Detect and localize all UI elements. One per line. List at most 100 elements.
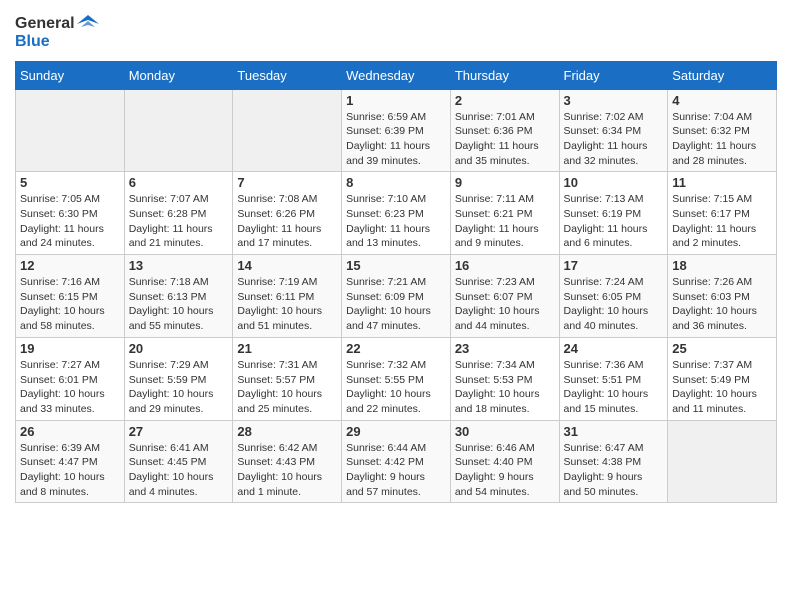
- weekday-header-thursday: Thursday: [450, 61, 559, 89]
- calendar-cell: 16 Sunrise: 7:23 AMSunset: 6:07 PMDayligh…: [450, 255, 559, 338]
- day-info: Sunrise: 7:19 AMSunset: 6:11 PMDaylight:…: [237, 275, 337, 334]
- day-number: 21: [237, 341, 337, 356]
- calendar-cell: 25 Sunrise: 7:37 AMSunset: 5:49 PMDayligh…: [668, 337, 777, 420]
- weekday-header-row: SundayMondayTuesdayWednesdayThursdayFrid…: [16, 61, 777, 89]
- logo-blue: Blue: [15, 33, 50, 51]
- day-number: 22: [346, 341, 446, 356]
- day-number: 2: [455, 93, 555, 108]
- calendar-cell: 3 Sunrise: 7:02 AMSunset: 6:34 PMDaylight…: [559, 89, 668, 172]
- day-info: Sunrise: 7:15 AMSunset: 6:17 PMDaylight:…: [672, 192, 772, 251]
- weekday-header-saturday: Saturday: [668, 61, 777, 89]
- calendar-cell: 31Sunrise: 6:47 AMSunset: 4:38 PMDayligh…: [559, 420, 668, 503]
- day-info: Sunrise: 7:05 AMSunset: 6:30 PMDaylight:…: [20, 192, 120, 251]
- calendar-week-row: 19 Sunrise: 7:27 AMSunset: 6:01 PMDayligh…: [16, 337, 777, 420]
- calendar-cell: 1Sunrise: 6:59 AMSunset: 6:39 PMDaylight…: [342, 89, 451, 172]
- calendar-cell: 17Sunrise: 7:24 AMSunset: 6:05 PMDayligh…: [559, 255, 668, 338]
- logo-bird-icon: [77, 15, 99, 33]
- calendar-cell: 22 Sunrise: 7:32 AMSunset: 5:55 PMDayligh…: [342, 337, 451, 420]
- day-info: Sunrise: 7:29 AMSunset: 5:59 PMDaylight:…: [129, 358, 229, 417]
- calendar-cell: [668, 420, 777, 503]
- day-number: 11: [672, 175, 772, 190]
- day-number: 30: [455, 424, 555, 439]
- calendar-cell: 26Sunrise: 6:39 AMSunset: 4:47 PMDayligh…: [16, 420, 125, 503]
- day-info: Sunrise: 7:26 AMSunset: 6:03 PMDaylight:…: [672, 275, 772, 334]
- weekday-header-tuesday: Tuesday: [233, 61, 342, 89]
- calendar-week-row: 5 Sunrise: 7:05 AMSunset: 6:30 PMDaylight…: [16, 172, 777, 255]
- day-number: 19: [20, 341, 120, 356]
- calendar-cell: 18 Sunrise: 7:26 AMSunset: 6:03 PMDayligh…: [668, 255, 777, 338]
- calendar-cell: 10Sunrise: 7:13 AMSunset: 6:19 PMDayligh…: [559, 172, 668, 255]
- calendar-cell: 23 Sunrise: 7:34 AMSunset: 5:53 PMDayligh…: [450, 337, 559, 420]
- calendar-cell: [124, 89, 233, 172]
- day-info: Sunrise: 7:27 AMSunset: 6:01 PMDaylight:…: [20, 358, 120, 417]
- day-number: 18: [672, 258, 772, 273]
- day-number: 6: [129, 175, 229, 190]
- day-number: 16: [455, 258, 555, 273]
- day-number: 14: [237, 258, 337, 273]
- day-info: Sunrise: 7:11 AMSunset: 6:21 PMDaylight:…: [455, 192, 555, 251]
- day-number: 3: [564, 93, 664, 108]
- day-info: Sunrise: 7:31 AMSunset: 5:57 PMDaylight:…: [237, 358, 337, 417]
- day-number: 23: [455, 341, 555, 356]
- day-info: Sunrise: 6:47 AMSunset: 4:38 PMDaylight:…: [564, 441, 664, 500]
- day-info: Sunrise: 7:08 AMSunset: 6:26 PMDaylight:…: [237, 192, 337, 251]
- day-number: 8: [346, 175, 446, 190]
- calendar-cell: 15 Sunrise: 7:21 AMSunset: 6:09 PMDayligh…: [342, 255, 451, 338]
- day-info: Sunrise: 7:21 AMSunset: 6:09 PMDaylight:…: [346, 275, 446, 334]
- day-number: 20: [129, 341, 229, 356]
- logo-text-block: General Blue: [15, 15, 99, 51]
- calendar-table: SundayMondayTuesdayWednesdayThursdayFrid…: [15, 61, 777, 504]
- day-info: Sunrise: 7:02 AMSunset: 6:34 PMDaylight:…: [564, 110, 664, 169]
- calendar-cell: 13 Sunrise: 7:18 AMSunset: 6:13 PMDayligh…: [124, 255, 233, 338]
- day-info: Sunrise: 6:46 AMSunset: 4:40 PMDaylight:…: [455, 441, 555, 500]
- day-info: Sunrise: 6:41 AMSunset: 4:45 PMDaylight:…: [129, 441, 229, 500]
- day-number: 1: [346, 93, 446, 108]
- day-number: 26: [20, 424, 120, 439]
- calendar-week-row: 12 Sunrise: 7:16 AMSunset: 6:15 PMDayligh…: [16, 255, 777, 338]
- day-info: Sunrise: 7:32 AMSunset: 5:55 PMDaylight:…: [346, 358, 446, 417]
- calendar-cell: 9 Sunrise: 7:11 AMSunset: 6:21 PMDaylight…: [450, 172, 559, 255]
- day-number: 29: [346, 424, 446, 439]
- day-info: Sunrise: 7:36 AMSunset: 5:51 PMDaylight:…: [564, 358, 664, 417]
- day-info: Sunrise: 7:37 AMSunset: 5:49 PMDaylight:…: [672, 358, 772, 417]
- day-info: Sunrise: 7:07 AMSunset: 6:28 PMDaylight:…: [129, 192, 229, 251]
- day-number: 13: [129, 258, 229, 273]
- calendar-cell: 6 Sunrise: 7:07 AMSunset: 6:28 PMDaylight…: [124, 172, 233, 255]
- day-number: 12: [20, 258, 120, 273]
- calendar-cell: 7 Sunrise: 7:08 AMSunset: 6:26 PMDaylight…: [233, 172, 342, 255]
- day-number: 10: [564, 175, 664, 190]
- calendar-week-row: 1Sunrise: 6:59 AMSunset: 6:39 PMDaylight…: [16, 89, 777, 172]
- calendar-cell: [16, 89, 125, 172]
- calendar-cell: 5 Sunrise: 7:05 AMSunset: 6:30 PMDaylight…: [16, 172, 125, 255]
- weekday-header-friday: Friday: [559, 61, 668, 89]
- calendar-cell: 19 Sunrise: 7:27 AMSunset: 6:01 PMDayligh…: [16, 337, 125, 420]
- day-info: Sunrise: 7:34 AMSunset: 5:53 PMDaylight:…: [455, 358, 555, 417]
- calendar-cell: 8Sunrise: 7:10 AMSunset: 6:23 PMDaylight…: [342, 172, 451, 255]
- calendar-cell: 24Sunrise: 7:36 AMSunset: 5:51 PMDayligh…: [559, 337, 668, 420]
- day-info: Sunrise: 6:42 AMSunset: 4:43 PMDaylight:…: [237, 441, 337, 500]
- calendar-cell: 21 Sunrise: 7:31 AMSunset: 5:57 PMDayligh…: [233, 337, 342, 420]
- calendar-header: General Blue: [15, 10, 777, 51]
- weekday-header-sunday: Sunday: [16, 61, 125, 89]
- logo: General Blue: [15, 15, 99, 51]
- day-info: Sunrise: 7:23 AMSunset: 6:07 PMDaylight:…: [455, 275, 555, 334]
- calendar-cell: 28Sunrise: 6:42 AMSunset: 4:43 PMDayligh…: [233, 420, 342, 503]
- calendar-cell: 12 Sunrise: 7:16 AMSunset: 6:15 PMDayligh…: [16, 255, 125, 338]
- day-info: Sunrise: 7:24 AMSunset: 6:05 PMDaylight:…: [564, 275, 664, 334]
- day-number: 9: [455, 175, 555, 190]
- day-number: 7: [237, 175, 337, 190]
- calendar-cell: 29Sunrise: 6:44 AMSunset: 4:42 PMDayligh…: [342, 420, 451, 503]
- day-info: Sunrise: 7:18 AMSunset: 6:13 PMDaylight:…: [129, 275, 229, 334]
- day-info: Sunrise: 7:04 AMSunset: 6:32 PMDaylight:…: [672, 110, 772, 169]
- day-info: Sunrise: 7:16 AMSunset: 6:15 PMDaylight:…: [20, 275, 120, 334]
- calendar-cell: 11 Sunrise: 7:15 AMSunset: 6:17 PMDayligh…: [668, 172, 777, 255]
- day-number: 25: [672, 341, 772, 356]
- day-number: 5: [20, 175, 120, 190]
- calendar-cell: [233, 89, 342, 172]
- calendar-cell: 20 Sunrise: 7:29 AMSunset: 5:59 PMDayligh…: [124, 337, 233, 420]
- day-info: Sunrise: 7:01 AMSunset: 6:36 PMDaylight:…: [455, 110, 555, 169]
- day-number: 15: [346, 258, 446, 273]
- calendar-cell: 4Sunrise: 7:04 AMSunset: 6:32 PMDaylight…: [668, 89, 777, 172]
- logo-general: General: [15, 15, 75, 33]
- calendar-week-row: 26Sunrise: 6:39 AMSunset: 4:47 PMDayligh…: [16, 420, 777, 503]
